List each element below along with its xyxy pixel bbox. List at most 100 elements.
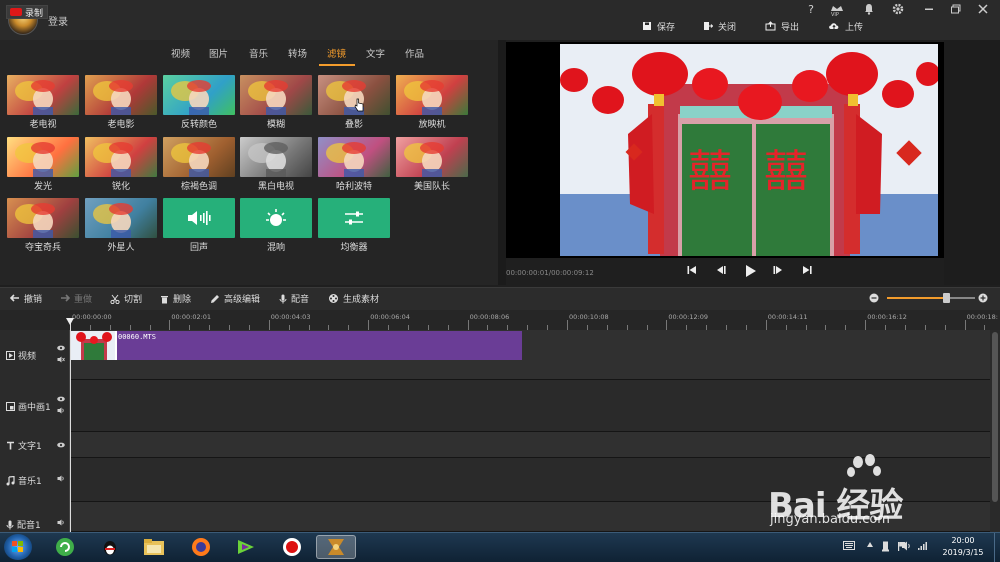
login-link[interactable]: 登录 xyxy=(48,13,68,28)
start-button[interactable] xyxy=(4,534,32,560)
pip-track-icon xyxy=(6,402,15,411)
filter-label: 美国队长 xyxy=(413,182,450,192)
record-button[interactable]: 录制 xyxy=(6,5,48,19)
filter-thumbnail[interactable] xyxy=(7,75,79,115)
taskbar-app-firefox[interactable] xyxy=(181,535,221,559)
eye-icon[interactable] xyxy=(57,394,65,406)
zoom-slider-track[interactable] xyxy=(887,297,947,299)
speaker-icon[interactable] xyxy=(57,518,65,530)
playhead[interactable] xyxy=(70,318,71,532)
zoom-slider-handle[interactable] xyxy=(943,293,950,303)
filter-label: 老电视 xyxy=(29,120,57,130)
upload-button[interactable]: 上传 xyxy=(828,18,863,34)
advanced-edit-button[interactable]: 高级编辑 xyxy=(210,292,260,305)
tab-music[interactable]: 音乐 xyxy=(249,46,268,60)
redo-button[interactable]: 重做 xyxy=(60,292,92,305)
network-signal-icon[interactable] xyxy=(917,541,928,554)
tab-transition[interactable]: 转场 xyxy=(288,46,307,60)
speaker-icon[interactable] xyxy=(57,474,65,486)
preview-timecode: 00:00:00:01/00:00:09:12 xyxy=(506,269,594,277)
track-label-pip: 画中画1 xyxy=(6,400,51,413)
taskbar-app-qq[interactable] xyxy=(90,535,130,559)
filter-thumbnail[interactable] xyxy=(240,198,312,238)
volume-icon[interactable] xyxy=(901,541,912,554)
vip-icon[interactable]: VIP xyxy=(829,3,845,18)
minimize-icon[interactable] xyxy=(921,3,937,17)
eye-icon[interactable] xyxy=(57,440,65,452)
exit-icon xyxy=(704,22,713,30)
tab-filter[interactable]: 滤镜 xyxy=(327,46,346,60)
help-icon[interactable]: ? xyxy=(803,3,819,17)
undo-button[interactable]: 撤销 xyxy=(10,292,42,305)
eye-icon[interactable] xyxy=(57,343,65,355)
gear-icon[interactable] xyxy=(890,3,906,17)
redo-label: 重做 xyxy=(74,295,93,305)
dub-button[interactable]: 配音 xyxy=(279,292,309,305)
show-desktop-button[interactable] xyxy=(994,533,1000,562)
filter-thumbnail[interactable] xyxy=(396,75,468,115)
play-icon[interactable] xyxy=(742,264,758,281)
save-button[interactable]: 保存 xyxy=(642,18,675,34)
speaker-icon[interactable] xyxy=(57,406,65,418)
track-name-dub: 配音1 xyxy=(17,521,41,531)
filter-thumbnail[interactable] xyxy=(396,137,468,177)
tab-video[interactable]: 视频 xyxy=(171,46,190,60)
zoom-in-icon[interactable] xyxy=(978,293,988,306)
taskbar-clock[interactable]: 20:00 2019/3/15 xyxy=(932,535,994,559)
device-icon[interactable] xyxy=(881,541,890,555)
filter-thumbnail[interactable] xyxy=(7,137,79,177)
taskbar-app-browser[interactable] xyxy=(45,535,85,559)
tab-text[interactable]: 文字 xyxy=(366,46,385,60)
step-back-icon[interactable] xyxy=(713,264,729,279)
pip-track[interactable] xyxy=(70,380,990,432)
filter-thumbnail[interactable] xyxy=(163,137,235,177)
tray-expand-icon[interactable] xyxy=(866,541,874,552)
filter-thumbnail[interactable] xyxy=(318,137,390,177)
generate-clip-button[interactable]: 生成素材 xyxy=(328,292,379,305)
filter-label: 混响 xyxy=(266,243,285,253)
filter-thumbnail[interactable] xyxy=(163,75,235,115)
mute-speaker-icon[interactable] xyxy=(57,355,65,367)
scrollbar-thumb[interactable] xyxy=(992,332,998,502)
taskbar-app-recorder[interactable] xyxy=(272,535,312,559)
cut-button[interactable]: 切割 xyxy=(110,292,142,305)
qq-penguin-icon xyxy=(104,541,116,555)
child-photo-image xyxy=(404,142,444,177)
preview-video-frame: 囍 囍 xyxy=(560,44,938,256)
maximize-icon[interactable] xyxy=(948,3,964,17)
playhead-handle[interactable] xyxy=(66,318,74,325)
filter-label: 放映机 xyxy=(418,120,446,130)
zoom-slider-rest[interactable] xyxy=(947,297,975,299)
export-button[interactable]: 导出 xyxy=(765,18,799,34)
filter-thumbnail[interactable] xyxy=(85,198,157,238)
advanced-edit-label: 高级编辑 xyxy=(224,295,261,305)
taskbar-app-editor[interactable] xyxy=(316,535,356,559)
text-track-icon xyxy=(7,441,14,450)
tab-works[interactable]: 作品 xyxy=(405,46,424,60)
step-forward-icon[interactable] xyxy=(770,264,786,279)
filter-thumbnail[interactable] xyxy=(163,198,235,238)
tab-image[interactable]: 图片 xyxy=(209,46,228,60)
filter-thumbnail[interactable] xyxy=(7,198,79,238)
ruler-label: 00:00:00:00 xyxy=(72,313,112,321)
filter-thumbnail[interactable] xyxy=(318,198,390,238)
skip-end-icon[interactable] xyxy=(799,264,815,279)
delete-button[interactable]: 删除 xyxy=(160,292,191,305)
taskbar-app-media[interactable] xyxy=(226,535,266,559)
timeline-scrollbar[interactable] xyxy=(990,330,1000,532)
zoom-out-icon[interactable] xyxy=(869,293,879,306)
close-project-button[interactable]: 关闭 xyxy=(703,18,736,34)
keyboard-icon[interactable] xyxy=(843,541,855,553)
child-photo-image xyxy=(15,203,55,238)
filter-thumbnail[interactable] xyxy=(85,75,157,115)
filter-label: 外星人 xyxy=(107,243,135,253)
filter-thumbnail[interactable] xyxy=(240,75,312,115)
filter-label: 老电影 xyxy=(107,120,135,130)
close-icon[interactable] xyxy=(975,3,991,17)
panel-splitter[interactable] xyxy=(498,40,506,285)
bell-icon[interactable] xyxy=(861,3,877,17)
filter-thumbnail[interactable] xyxy=(240,137,312,177)
taskbar-app-explorer[interactable] xyxy=(134,535,174,559)
skip-start-icon[interactable] xyxy=(684,264,700,279)
filter-thumbnail[interactable] xyxy=(85,137,157,177)
